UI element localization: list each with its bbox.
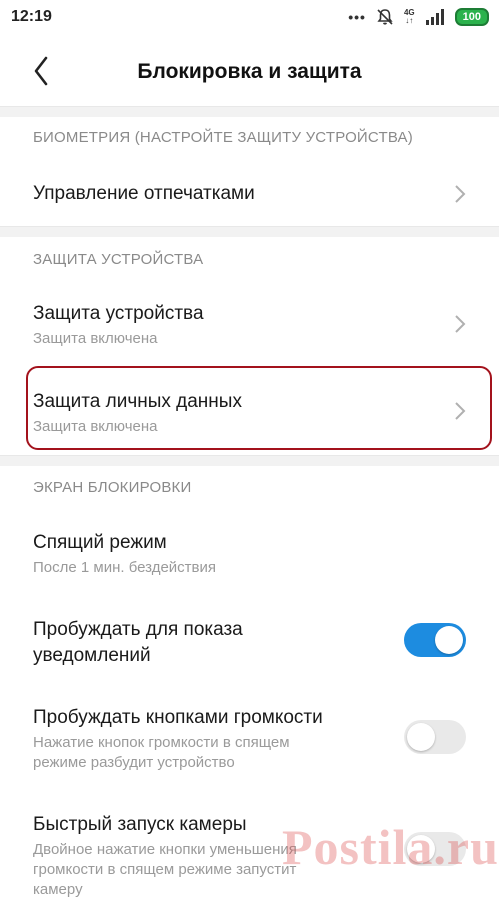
page-title: Блокировка и защита xyxy=(137,60,362,83)
wake-notifications-toggle[interactable] xyxy=(404,623,466,657)
device-protection-title: Защита устройства xyxy=(33,303,204,324)
battery-indicator: 100 xyxy=(454,8,489,26)
status-time: 12:19 xyxy=(11,8,52,25)
sleep-mode-title: Спящий режим xyxy=(33,532,167,553)
app-header: Блокировка и защита xyxy=(0,36,499,106)
wake-volume-toggle[interactable] xyxy=(404,720,466,754)
wake-notifications-title: Пробуждать для показа уведомлений xyxy=(33,619,243,666)
toggle-knob xyxy=(435,626,463,654)
network-type: 4G ↓↑ xyxy=(403,8,415,25)
fingerprints-title: Управление отпечатками xyxy=(33,183,255,204)
section-header-biometry: БИОМЕТРИЯ (НАСТРОЙТЕ ЗАЩИТУ УСТРОЙСТВА) xyxy=(33,129,413,146)
quick-camera-title: Быстрый запуск камеры xyxy=(33,814,247,835)
watermark: Postila.ru xyxy=(282,819,499,875)
quick-camera-description: Двойное нажатие кнопки уменьшения громко… xyxy=(33,841,297,898)
chevron-right-icon xyxy=(455,185,466,203)
device-protection-status: Защита включена xyxy=(33,330,158,347)
sleep-mode-value: После 1 мин. бездействия xyxy=(33,559,217,576)
privacy-protection-title: Защита личных данных xyxy=(33,391,242,412)
signal-icon xyxy=(425,9,444,25)
chevron-right-icon xyxy=(455,402,466,420)
privacy-protection-status: Защита включена xyxy=(33,418,158,435)
more-dots-icon: ••• xyxy=(348,9,366,25)
section-divider xyxy=(0,455,499,466)
wake-volume-title: Пробуждать кнопками громкости xyxy=(33,707,323,728)
section-divider xyxy=(0,106,499,117)
toggle-knob xyxy=(407,723,435,751)
chevron-right-icon xyxy=(455,315,466,333)
wake-volume-description: Нажатие кнопок громкости в спящем режиме… xyxy=(33,734,290,771)
section-header-device-protection: ЗАЩИТА УСТРОЙСТВА xyxy=(33,251,204,268)
status-icons: ••• 4G ↓↑ 100 xyxy=(348,7,489,27)
status-bar: 12:19 ••• 4G ↓↑ 100 xyxy=(0,0,499,36)
mute-icon xyxy=(377,9,393,25)
section-divider xyxy=(0,226,499,237)
section-header-lock-screen: ЭКРАН БЛОКИРОВКИ xyxy=(33,479,192,496)
